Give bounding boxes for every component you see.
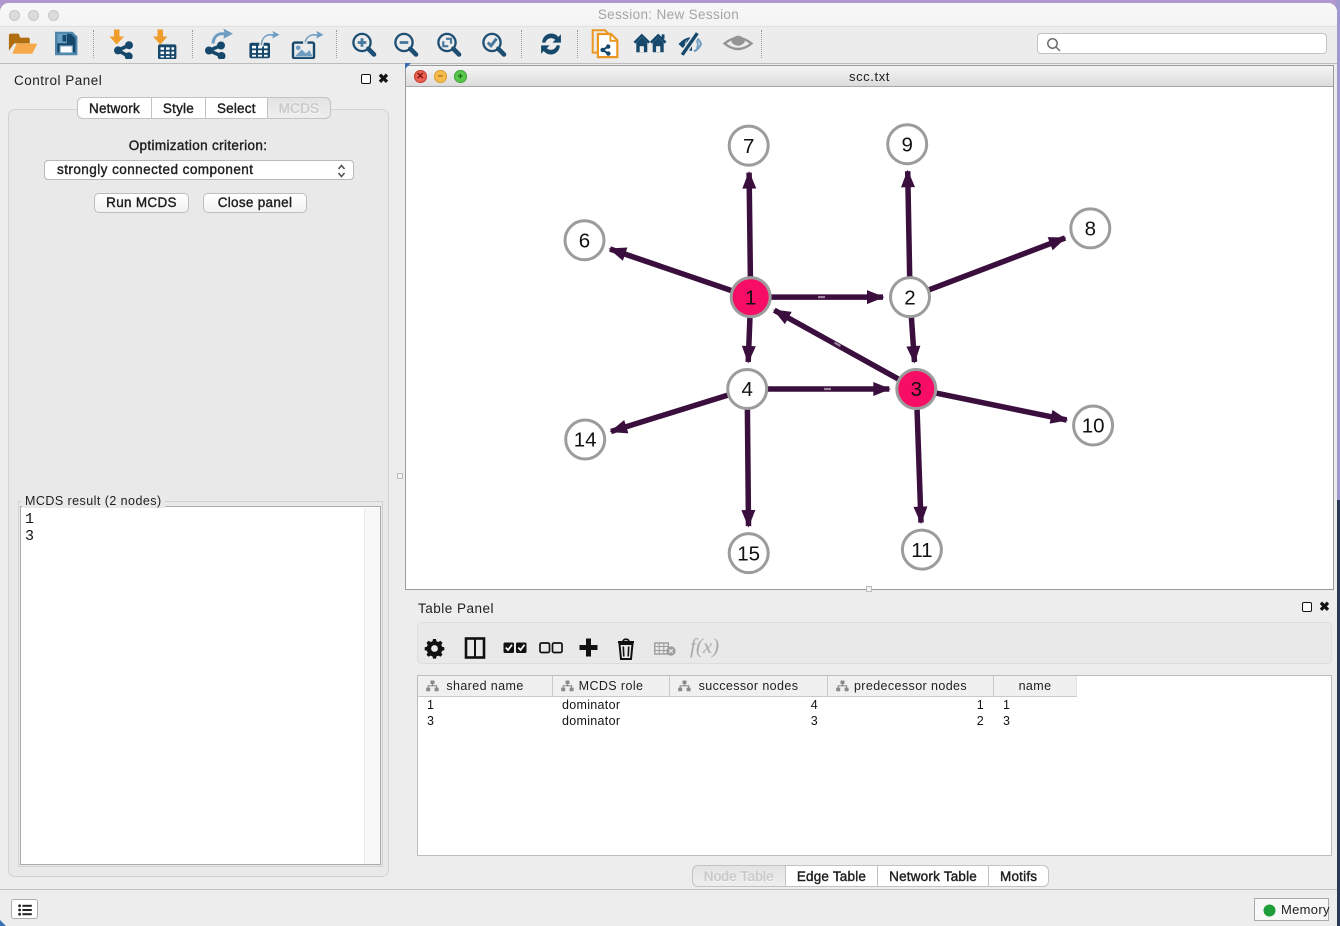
svg-text:4: 4 bbox=[741, 378, 752, 401]
svg-text:3: 3 bbox=[911, 378, 922, 401]
svg-text:9: 9 bbox=[901, 133, 912, 156]
svg-text:6: 6 bbox=[579, 230, 590, 253]
svg-text:2: 2 bbox=[904, 286, 915, 309]
svg-text:10: 10 bbox=[1082, 415, 1105, 438]
svg-text:7: 7 bbox=[743, 135, 754, 158]
svg-text:1: 1 bbox=[745, 286, 756, 309]
svg-text:14: 14 bbox=[574, 429, 597, 452]
svg-text:15: 15 bbox=[737, 542, 760, 565]
svg-text:11: 11 bbox=[911, 539, 932, 562]
svg-text:8: 8 bbox=[1085, 218, 1096, 241]
